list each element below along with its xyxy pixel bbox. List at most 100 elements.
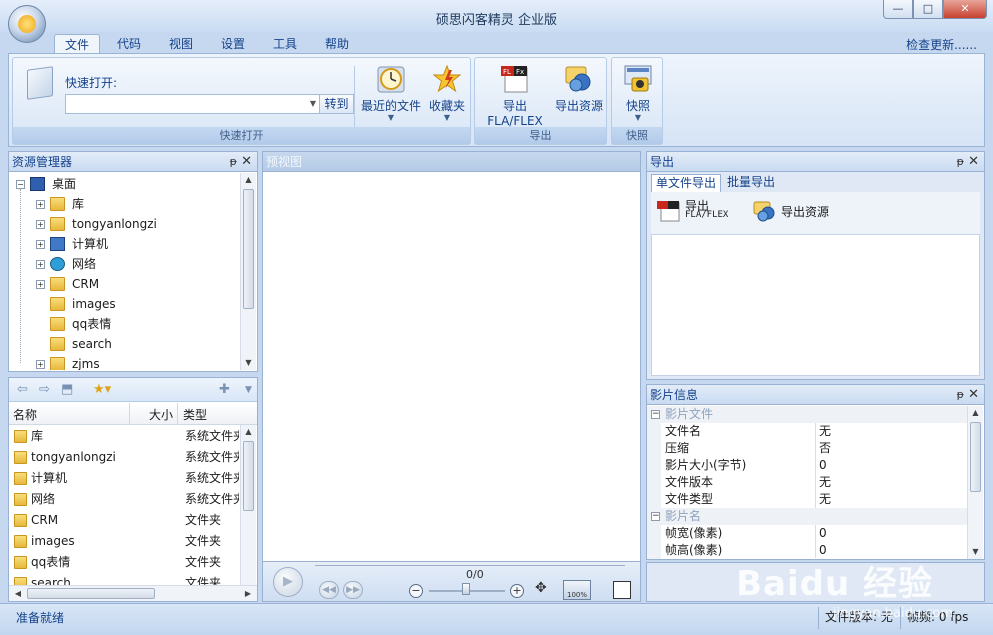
expand-icon[interactable]: + (36, 360, 45, 369)
scroll-down-icon[interactable]: ▼ (241, 356, 256, 370)
dropdown-arrow-icon[interactable]: ▼ (245, 385, 252, 395)
list-item[interactable]: images 文件夹 (9, 531, 239, 552)
expand-icon[interactable]: + (36, 280, 45, 289)
scroll-right-icon[interactable]: ▶ (241, 586, 255, 601)
recent-files-button[interactable]: 最近的文件 ▼ (358, 64, 424, 122)
column-divider[interactable] (177, 403, 178, 425)
expand-icon[interactable]: + (36, 220, 45, 229)
zoom-fit-icon[interactable]: ✥ (535, 580, 547, 596)
favorites-button[interactable]: 收藏夹 ▼ (425, 64, 469, 122)
close-icon[interactable]: ✕ (968, 385, 979, 405)
pin-icon[interactable]: ᵽ (957, 385, 964, 405)
zoom-out-icon[interactable]: − (409, 584, 423, 598)
list-scrollbar[interactable]: ▲ (240, 425, 256, 586)
list-item[interactable]: CRM 文件夹 (9, 510, 239, 531)
list-item[interactable]: 库 系统文件夹 (9, 426, 239, 447)
property-row[interactable]: 文件名 无 (647, 423, 970, 440)
forward-arrow-icon[interactable]: ⇨ (39, 382, 50, 397)
minimize-button[interactable]: — (883, 0, 913, 19)
expand-icon[interactable]: + (36, 200, 45, 209)
fullscreen-icon[interactable] (613, 581, 631, 599)
tree-node-network[interactable]: + 网络 (12, 254, 244, 274)
tree-node-zjms[interactable]: + zjms (12, 354, 244, 370)
export-fla-button[interactable]: FL Fx 导出FLA/FLEX (479, 64, 551, 128)
tree-scrollbar[interactable]: ▲ ▼ (240, 173, 256, 370)
snapshot-button[interactable]: 快照 ▼ (616, 64, 660, 122)
export-fla-action[interactable]: 导出 FLA/FLEX (657, 199, 739, 229)
add-icon[interactable]: ✚ (219, 382, 230, 397)
export-resources-button[interactable]: 导出资源 (553, 64, 605, 114)
scroll-thumb[interactable] (243, 441, 254, 511)
tree-node-desktop[interactable]: − 桌面 (12, 174, 244, 194)
scroll-left-icon[interactable]: ◀ (11, 586, 25, 601)
scroll-up-icon[interactable]: ▲ (241, 425, 256, 439)
tab-batch-export[interactable]: 批量导出 (723, 174, 779, 192)
list-item[interactable]: qq表情 文件夹 (9, 552, 239, 573)
app-menu-orb[interactable] (8, 5, 46, 43)
tab-help[interactable]: 帮助 (316, 34, 358, 54)
previous-frame-button[interactable]: ◀◀ (319, 581, 339, 599)
tab-view[interactable]: 视图 (160, 34, 202, 54)
pin-icon[interactable]: ᵽ (957, 152, 964, 172)
tree-node-computer[interactable]: + 计算机 (12, 234, 244, 254)
column-name[interactable]: 名称 (13, 406, 37, 423)
quick-open-input[interactable]: ▼ (65, 94, 320, 114)
property-category[interactable]: − 影片名 (647, 508, 970, 525)
list-hscrollbar[interactable]: ◀ ▶ (9, 585, 257, 601)
maximize-button[interactable]: □ (913, 0, 943, 19)
scroll-down-icon[interactable]: ▼ (968, 545, 983, 559)
dropdown-arrow-icon[interactable]: ▼ (310, 99, 316, 108)
up-folder-icon[interactable]: ⬒ (61, 382, 73, 397)
zoom-slider-thumb[interactable] (462, 583, 470, 595)
property-row[interactable]: 文件版本 无 (647, 474, 970, 491)
tree-node-user[interactable]: + tongyanlongzi (12, 214, 244, 234)
scroll-thumb[interactable] (970, 422, 981, 492)
close-icon[interactable]: ✕ (241, 152, 252, 172)
collapse-icon[interactable]: − (651, 512, 660, 521)
check-update-link[interactable]: 检查更新...... (906, 36, 977, 53)
expand-icon[interactable]: + (36, 260, 45, 269)
scroll-thumb[interactable] (243, 189, 254, 309)
favorites-star-icon[interactable]: ★▾ (93, 382, 111, 397)
zoom-in-icon[interactable]: + (510, 584, 524, 598)
tree-node-images[interactable]: images (12, 294, 244, 314)
back-arrow-icon[interactable]: ⇦ (17, 382, 28, 397)
list-item[interactable]: tongyanlongzi 系统文件夹 (9, 447, 239, 468)
tree-node-library[interactable]: + 库 (12, 194, 244, 214)
scroll-up-icon[interactable]: ▲ (968, 406, 983, 420)
property-category[interactable]: − 影片文件 (647, 406, 970, 423)
property-scrollbar[interactable]: ▲ ▼ (967, 406, 983, 559)
tree-node-search[interactable]: search (12, 334, 244, 354)
pin-icon[interactable]: ᵽ (230, 152, 237, 172)
collapse-icon[interactable]: − (16, 180, 25, 189)
collapse-icon[interactable]: − (651, 410, 660, 419)
close-icon[interactable]: ✕ (968, 152, 979, 172)
tab-tools[interactable]: 工具 (264, 34, 306, 54)
column-divider[interactable] (129, 403, 130, 425)
actual-size-button[interactable]: 100% (563, 580, 591, 600)
tab-file[interactable]: 文件 (54, 34, 100, 54)
tab-code[interactable]: 代码 (108, 34, 150, 54)
column-type[interactable]: 类型 (183, 406, 207, 423)
tab-settings[interactable]: 设置 (212, 34, 254, 54)
tree-node-crm[interactable]: + CRM (12, 274, 244, 294)
close-button[interactable]: ✕ (943, 0, 987, 19)
list-item[interactable]: search 文件夹 (9, 573, 239, 585)
timeline-track[interactable] (315, 565, 625, 566)
column-size[interactable]: 大小 (149, 406, 173, 423)
next-frame-button[interactable]: ▶▶ (343, 581, 363, 599)
scroll-thumb[interactable] (27, 588, 155, 599)
list-item[interactable]: 网络 系统文件夹 (9, 489, 239, 510)
property-row[interactable]: 帧宽(像素) 0 (647, 525, 970, 542)
property-row[interactable]: 影片大小(字节) 0 (647, 457, 970, 474)
list-item[interactable]: 计算机 系统文件夹 (9, 468, 239, 489)
go-button[interactable]: 转到 (319, 94, 354, 114)
scroll-up-icon[interactable]: ▲ (241, 173, 256, 187)
property-row[interactable]: 压缩 否 (647, 440, 970, 457)
play-button[interactable]: ▶ (273, 567, 303, 597)
tab-single-export[interactable]: 单文件导出 (651, 174, 722, 192)
property-row[interactable]: 文件类型 无 (647, 491, 970, 508)
export-resources-action[interactable]: 导出资源 (753, 199, 835, 229)
expand-icon[interactable]: + (36, 240, 45, 249)
tree-node-qq[interactable]: qq表情 (12, 314, 244, 334)
